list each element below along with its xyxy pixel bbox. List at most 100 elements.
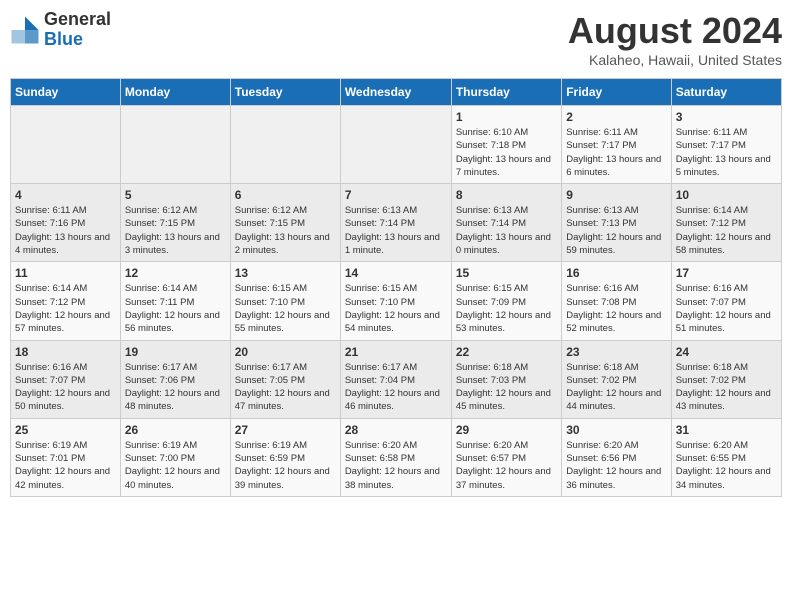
calendar-cell <box>120 106 230 184</box>
calendar-cell: 3 Sunrise: 6:11 AMSunset: 7:17 PMDaylight… <box>671 106 781 184</box>
calendar-cell: 25 Sunrise: 6:19 AMSunset: 7:01 PMDayligh… <box>11 418 121 496</box>
day-number: 12 <box>125 266 226 280</box>
calendar-cell: 18 Sunrise: 6:16 AMSunset: 7:07 PMDayligh… <box>11 340 121 418</box>
calendar-cell: 30 Sunrise: 6:20 AMSunset: 6:56 PMDayligh… <box>562 418 671 496</box>
calendar-cell: 19Sunrise: 6:17 AMSunset: 7:06 PMDayligh… <box>120 340 230 418</box>
day-number: 28 <box>345 423 447 437</box>
day-number: 16 <box>566 266 666 280</box>
cell-content: Sunrise: 6:20 AMSunset: 6:58 PMDaylight:… <box>345 439 447 492</box>
cell-content: Sunrise: 6:17 AMSunset: 7:04 PMDaylight:… <box>345 361 447 414</box>
day-number: 17 <box>676 266 777 280</box>
col-header-saturday: Saturday <box>671 79 781 106</box>
day-number: 18 <box>15 345 116 359</box>
cell-content: Sunrise: 6:20 AMSunset: 6:55 PMDaylight:… <box>676 439 777 492</box>
day-number: 23 <box>566 345 666 359</box>
calendar-cell: 29 Sunrise: 6:20 AMSunset: 6:57 PMDayligh… <box>451 418 561 496</box>
logo-blue: Blue <box>44 29 83 49</box>
col-header-thursday: Thursday <box>451 79 561 106</box>
col-header-sunday: Sunday <box>11 79 121 106</box>
calendar-cell: 12 Sunrise: 6:14 AMSunset: 7:11 PMDayligh… <box>120 262 230 340</box>
logo-general: General <box>44 9 111 29</box>
calendar-cell: 8 Sunrise: 6:13 AMSunset: 7:14 PMDaylight… <box>451 184 561 262</box>
cell-content: Sunrise: 6:13 AMSunset: 7:14 PMDaylight:… <box>456 204 557 257</box>
calendar-cell: 31 Sunrise: 6:20 AMSunset: 6:55 PMDayligh… <box>671 418 781 496</box>
col-header-monday: Monday <box>120 79 230 106</box>
day-number: 5 <box>125 188 226 202</box>
col-header-friday: Friday <box>562 79 671 106</box>
calendar-cell: 17 Sunrise: 6:16 AMSunset: 7:07 PMDayligh… <box>671 262 781 340</box>
calendar-cell: 2 Sunrise: 6:11 AMSunset: 7:17 PMDaylight… <box>562 106 671 184</box>
cell-content: Sunrise: 6:15 AMSunset: 7:09 PMDaylight:… <box>456 282 557 335</box>
cell-content: Sunrise: 6:13 AMSunset: 7:14 PMDaylight:… <box>345 204 447 257</box>
cell-content: Sunrise: 6:18 AMSunset: 7:02 PMDaylight:… <box>676 361 777 414</box>
day-number: 25 <box>15 423 116 437</box>
cell-content: Sunrise: 6:17 AMSunset: 7:05 PMDaylight:… <box>235 361 336 414</box>
day-number: 13 <box>235 266 336 280</box>
calendar-week-4: 18 Sunrise: 6:16 AMSunset: 7:07 PMDayligh… <box>11 340 782 418</box>
calendar-cell: 20 Sunrise: 6:17 AMSunset: 7:05 PMDayligh… <box>230 340 340 418</box>
title-block: August 2024 Kalaheo, Hawaii, United Stat… <box>568 10 782 68</box>
cell-content: Sunrise: 6:11 AMSunset: 7:17 PMDaylight:… <box>566 126 666 179</box>
cell-content: Sunrise: 6:19 AMSunset: 6:59 PMDaylight:… <box>235 439 336 492</box>
col-header-wednesday: Wednesday <box>340 79 451 106</box>
calendar-cell: 10 Sunrise: 6:14 AMSunset: 7:12 PMDayligh… <box>671 184 781 262</box>
cell-content: Sunrise: 6:12 AMSunset: 7:15 PMDaylight:… <box>235 204 336 257</box>
cell-content: Sunrise: 6:11 AMSunset: 7:17 PMDaylight:… <box>676 126 777 179</box>
cell-content: Sunrise: 6:15 AMSunset: 7:10 PMDaylight:… <box>345 282 447 335</box>
calendar-cell: 6 Sunrise: 6:12 AMSunset: 7:15 PMDaylight… <box>230 184 340 262</box>
calendar-cell: 9 Sunrise: 6:13 AMSunset: 7:13 PMDaylight… <box>562 184 671 262</box>
calendar-cell <box>340 106 451 184</box>
day-number: 2 <box>566 110 666 124</box>
day-number: 22 <box>456 345 557 359</box>
day-number: 6 <box>235 188 336 202</box>
calendar-week-1: 1Sunrise: 6:10 AMSunset: 7:18 PMDaylight… <box>11 106 782 184</box>
cell-content: Sunrise: 6:14 AMSunset: 7:12 PMDaylight:… <box>676 204 777 257</box>
calendar-cell: 4 Sunrise: 6:11 AMSunset: 7:16 PMDaylight… <box>11 184 121 262</box>
day-number: 31 <box>676 423 777 437</box>
calendar-cell: 11Sunrise: 6:14 AMSunset: 7:12 PMDayligh… <box>11 262 121 340</box>
calendar-cell: 1Sunrise: 6:10 AMSunset: 7:18 PMDaylight… <box>451 106 561 184</box>
cell-content: Sunrise: 6:13 AMSunset: 7:13 PMDaylight:… <box>566 204 666 257</box>
calendar-table: SundayMondayTuesdayWednesdayThursdayFrid… <box>10 78 782 497</box>
cell-content: Sunrise: 6:16 AMSunset: 7:07 PMDaylight:… <box>676 282 777 335</box>
page-header: General Blue August 2024 Kalaheo, Hawaii… <box>10 10 782 68</box>
calendar-week-2: 4 Sunrise: 6:11 AMSunset: 7:16 PMDaylight… <box>11 184 782 262</box>
cell-content: Sunrise: 6:17 AMSunset: 7:06 PMDaylight:… <box>125 361 226 414</box>
day-number: 3 <box>676 110 777 124</box>
logo-icon <box>10 15 40 45</box>
cell-content: Sunrise: 6:14 AMSunset: 7:11 PMDaylight:… <box>125 282 226 335</box>
day-number: 30 <box>566 423 666 437</box>
cell-content: Sunrise: 6:11 AMSunset: 7:16 PMDaylight:… <box>15 204 116 257</box>
day-number: 27 <box>235 423 336 437</box>
day-number: 11 <box>15 266 116 280</box>
cell-content: Sunrise: 6:19 AMSunset: 7:01 PMDaylight:… <box>15 439 116 492</box>
calendar-header-row: SundayMondayTuesdayWednesdayThursdayFrid… <box>11 79 782 106</box>
calendar-cell: 26Sunrise: 6:19 AMSunset: 7:00 PMDayligh… <box>120 418 230 496</box>
day-number: 4 <box>15 188 116 202</box>
calendar-cell: 21Sunrise: 6:17 AMSunset: 7:04 PMDayligh… <box>340 340 451 418</box>
calendar-week-3: 11Sunrise: 6:14 AMSunset: 7:12 PMDayligh… <box>11 262 782 340</box>
cell-content: Sunrise: 6:12 AMSunset: 7:15 PMDaylight:… <box>125 204 226 257</box>
calendar-cell <box>230 106 340 184</box>
calendar-cell: 24 Sunrise: 6:18 AMSunset: 7:02 PMDayligh… <box>671 340 781 418</box>
day-number: 14 <box>345 266 447 280</box>
day-number: 10 <box>676 188 777 202</box>
day-number: 29 <box>456 423 557 437</box>
cell-content: Sunrise: 6:16 AMSunset: 7:07 PMDaylight:… <box>15 361 116 414</box>
cell-content: Sunrise: 6:20 AMSunset: 6:56 PMDaylight:… <box>566 439 666 492</box>
day-number: 24 <box>676 345 777 359</box>
day-number: 8 <box>456 188 557 202</box>
calendar-cell: 16 Sunrise: 6:16 AMSunset: 7:08 PMDayligh… <box>562 262 671 340</box>
day-number: 15 <box>456 266 557 280</box>
cell-content: Sunrise: 6:16 AMSunset: 7:08 PMDaylight:… <box>566 282 666 335</box>
logo: General Blue <box>10 10 111 50</box>
cell-content: Sunrise: 6:20 AMSunset: 6:57 PMDaylight:… <box>456 439 557 492</box>
calendar-cell <box>11 106 121 184</box>
day-number: 7 <box>345 188 447 202</box>
calendar-cell: 15 Sunrise: 6:15 AMSunset: 7:09 PMDayligh… <box>451 262 561 340</box>
day-number: 20 <box>235 345 336 359</box>
day-number: 9 <box>566 188 666 202</box>
calendar-cell: 5 Sunrise: 6:12 AMSunset: 7:15 PMDaylight… <box>120 184 230 262</box>
cell-content: Sunrise: 6:15 AMSunset: 7:10 PMDaylight:… <box>235 282 336 335</box>
month-title: August 2024 <box>568 10 782 52</box>
